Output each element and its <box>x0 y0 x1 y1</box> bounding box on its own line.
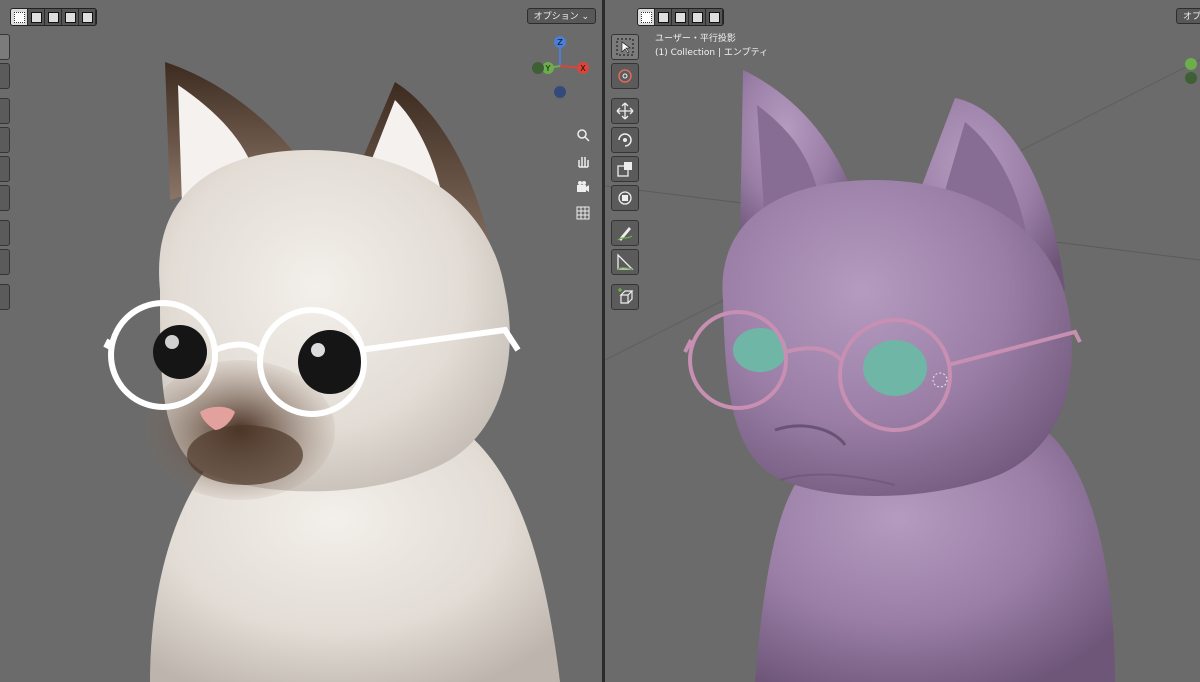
options-dropdown[interactable]: オプ <box>1176 8 1200 24</box>
options-dropdown[interactable]: オプション ⌄ <box>526 8 596 24</box>
rotate-tool[interactable] <box>0 127 10 153</box>
scale-tool[interactable] <box>0 156 10 182</box>
selection-mode-group[interactable] <box>637 8 724 26</box>
select-invert-icon[interactable] <box>689 9 706 25</box>
annotate-tool[interactable] <box>0 220 10 246</box>
move-tool[interactable] <box>611 98 639 124</box>
tool-shelf <box>0 34 10 313</box>
tool-shelf <box>611 34 639 313</box>
gizmo-y-label: Y <box>545 64 551 73</box>
gizmo-z-label: Z <box>557 38 563 47</box>
select-box-tool[interactable] <box>611 34 639 60</box>
scale-tool[interactable] <box>611 156 639 182</box>
select-extend-icon[interactable] <box>28 9 45 25</box>
selection-mode-group[interactable] <box>10 8 97 26</box>
view-title: ユーザー・平行投影 <box>655 34 736 44</box>
viewport-right[interactable]: オプ ユーザー・平行投影 (1) Collection | エンプティ <box>605 0 1200 682</box>
hand-pan-icon[interactable] <box>574 152 592 170</box>
view-navigation <box>574 126 592 230</box>
select-extend-icon[interactable] <box>655 9 672 25</box>
select-invert-icon[interactable] <box>62 9 79 25</box>
select-intersect-icon[interactable] <box>706 9 723 25</box>
cursor-tool[interactable] <box>611 63 639 89</box>
grid-icon[interactable] <box>574 204 592 222</box>
add-cube-tool[interactable] <box>611 284 639 310</box>
gizmo-x-label: X <box>580 64 586 73</box>
select-subtract-icon[interactable] <box>672 9 689 25</box>
measure-tool[interactable] <box>611 249 639 275</box>
select-intersect-icon[interactable] <box>79 9 96 25</box>
select-subtract-icon[interactable] <box>45 9 62 25</box>
add-cube-tool[interactable] <box>0 284 10 310</box>
camera-icon[interactable] <box>574 178 592 196</box>
select-set-icon[interactable] <box>638 9 655 25</box>
navigation-gizmo[interactable]: Z Y X <box>528 34 598 104</box>
viewport-left[interactable]: オプション ⌄ Z Y X <box>0 0 602 682</box>
measure-tool[interactable] <box>0 249 10 275</box>
transform-tool[interactable] <box>0 185 10 211</box>
view-subtitle: (1) Collection | エンプティ <box>655 48 769 58</box>
select-box-tool[interactable] <box>0 34 10 60</box>
cursor-tool[interactable] <box>0 63 10 89</box>
rotate-tool[interactable] <box>611 127 639 153</box>
select-set-icon[interactable] <box>11 9 28 25</box>
move-tool[interactable] <box>0 98 10 124</box>
transform-tool[interactable] <box>611 185 639 211</box>
zoom-icon[interactable] <box>574 126 592 144</box>
navigation-gizmo[interactable] <box>1173 50 1200 94</box>
annotate-tool[interactable] <box>611 220 639 246</box>
